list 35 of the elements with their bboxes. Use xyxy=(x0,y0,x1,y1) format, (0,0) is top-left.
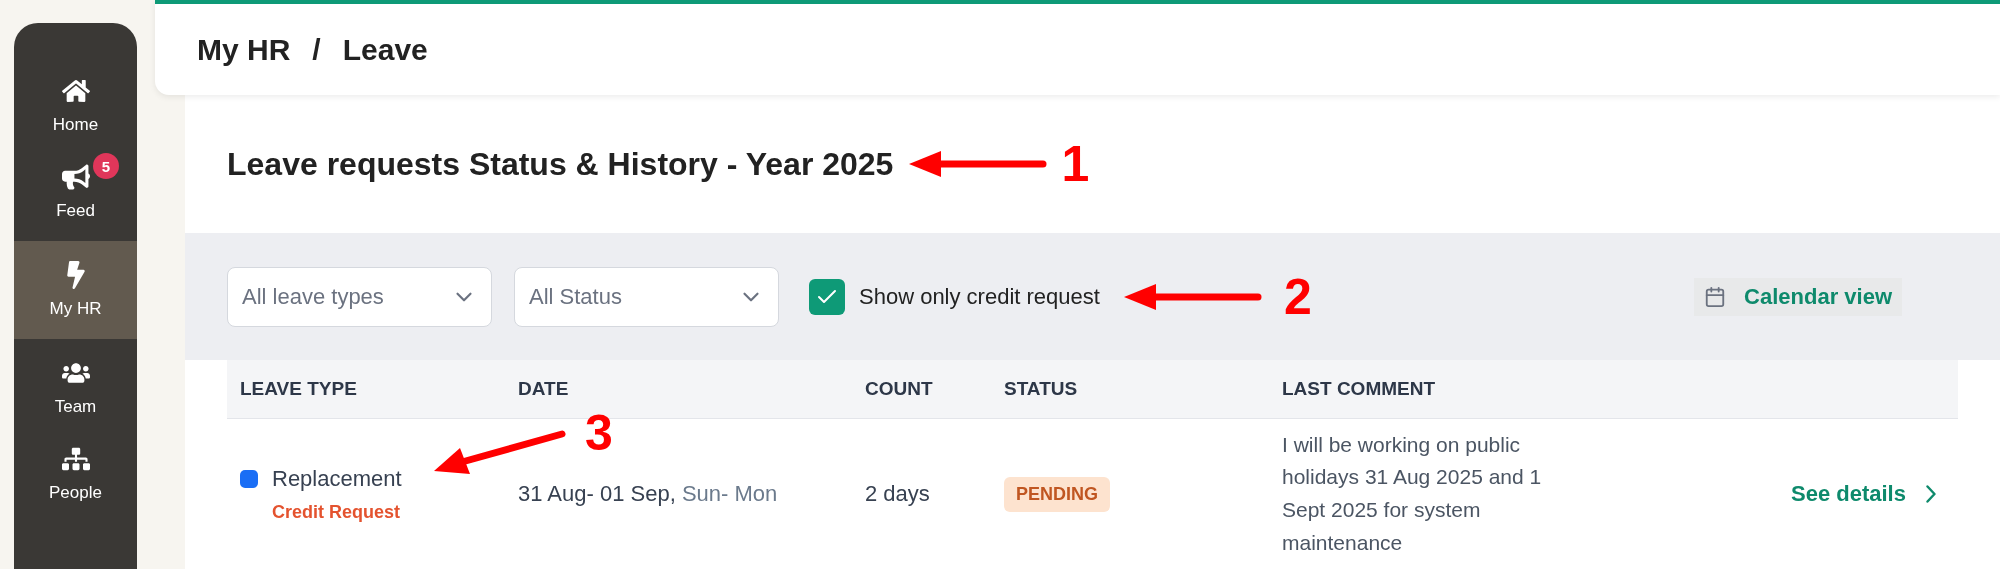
breadcrumb-separator: / xyxy=(312,32,321,67)
calendar-view-link[interactable]: Calendar view xyxy=(1694,277,1902,316)
sidebar-item[interactable]: Feed 5 xyxy=(14,149,137,235)
megaphone-icon xyxy=(61,163,90,191)
status-badge: PENDING xyxy=(1004,476,1110,512)
request-tag: Credit Request xyxy=(240,501,505,523)
annotation-number: 3 xyxy=(585,403,613,462)
column-header: COUNT xyxy=(864,378,934,400)
annotation-number: 1 xyxy=(1061,135,1090,193)
leave-type: Replacement xyxy=(272,465,402,492)
breadcrumb-item: Leave xyxy=(342,32,428,67)
sidebar-item[interactable]: Home xyxy=(14,63,137,149)
status-dropdown[interactable]: All Status xyxy=(514,266,779,327)
column-header: LAST COMMENT xyxy=(1281,378,1437,400)
column-header: DATE xyxy=(517,378,570,400)
leave-type-dropdown[interactable]: All leave types xyxy=(227,266,492,327)
sidebar-item[interactable]: My HR xyxy=(14,241,137,339)
breadcrumb-item[interactable]: My HR xyxy=(197,32,291,67)
checkbox[interactable] xyxy=(809,278,845,315)
org-chart-icon xyxy=(61,445,90,473)
annotation-number: 2 xyxy=(1283,267,1312,326)
day-count: 2 days xyxy=(865,481,931,507)
home-icon xyxy=(61,77,90,105)
see-details-link[interactable]: See details xyxy=(1791,481,1958,507)
page-title: Leave requests Status & History - Year 2025 xyxy=(227,145,894,183)
checkbox-label: Show only credit request xyxy=(859,283,1100,310)
sidebar-item[interactable]: People xyxy=(14,431,137,517)
chevron-right-icon xyxy=(1925,485,1936,503)
sidebar-item[interactable]: Team xyxy=(14,345,137,431)
date-range: 31 Aug- 01 Sep, Sun- Mon xyxy=(518,481,779,507)
calendar-icon xyxy=(1704,285,1727,308)
column-header: LEAVE TYPE xyxy=(239,378,358,400)
notification-badge: 5 xyxy=(93,153,119,179)
comment-text: I will be working on public holidays 31 Aug 2025 and 1 Sept 2025 for system maintenance xyxy=(1282,431,1543,556)
column-header: STATUS xyxy=(1003,378,1079,400)
